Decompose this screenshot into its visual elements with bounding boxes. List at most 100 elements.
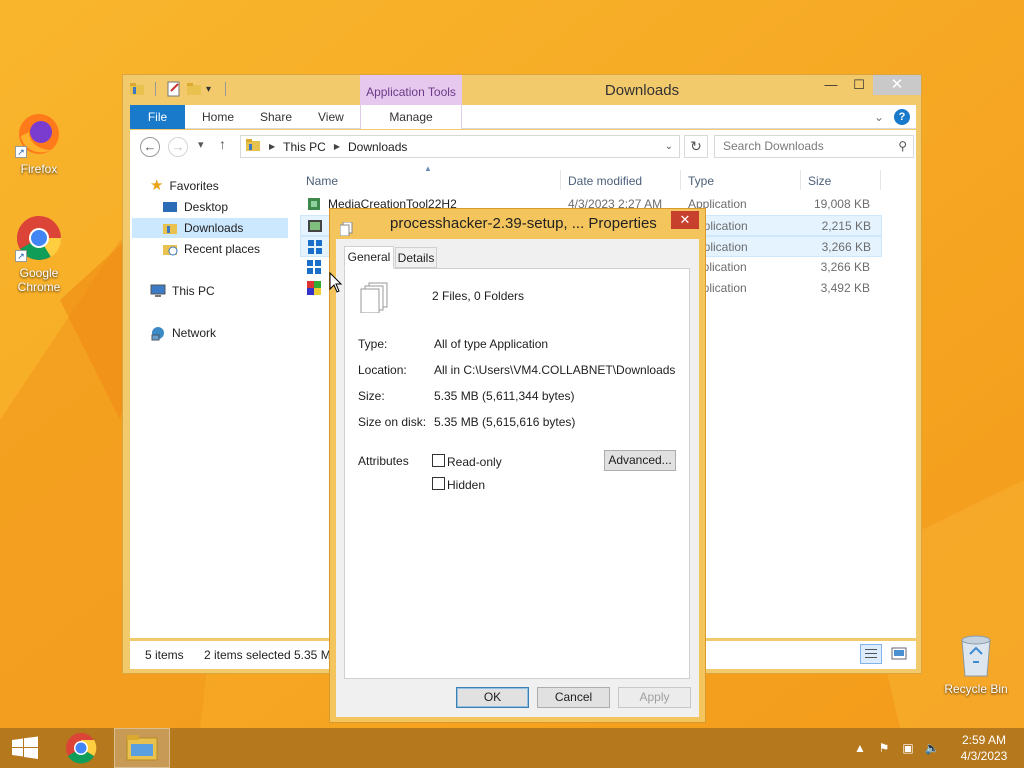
address-dropdown-icon[interactable]: ⌄ <box>665 141 673 152</box>
nav-favorites[interactable]: ★ Favorites <box>150 176 219 196</box>
file-explorer-icon <box>126 735 158 761</box>
nav-label: Recent places <box>184 242 261 256</box>
taskbar-file-explorer[interactable] <box>114 728 170 768</box>
hidden-checkbox[interactable] <box>432 477 445 490</box>
column-separator <box>560 170 561 190</box>
clock[interactable]: 2:59 AM 4/3/2023 <box>944 732 1024 764</box>
taskbar: ▲ ⚑ ▣ 🔈 2:59 AM 4/3/2023 <box>0 728 1024 768</box>
application-icon <box>306 280 322 299</box>
network-icon[interactable]: ▣ <box>900 740 916 756</box>
tab-share[interactable]: Share <box>248 105 304 129</box>
computer-icon <box>150 283 166 299</box>
desktop-icon <box>162 199 178 215</box>
type-label: Type: <box>358 337 388 351</box>
start-button[interactable] <box>0 728 50 768</box>
location-label: Location: <box>358 363 407 377</box>
volume-muted-icon[interactable]: 🔈 <box>924 740 940 756</box>
divider <box>358 440 676 441</box>
selection-summary: 2 Files, 0 Folders <box>432 289 525 303</box>
nav-downloads[interactable]: Downloads <box>132 218 288 238</box>
dialog-title: processhacker-2.39-setup, ... Properties <box>390 215 657 232</box>
nav-this-pc[interactable]: This PC <box>150 281 215 301</box>
minimize-button[interactable]: — <box>817 75 845 95</box>
column-header-type[interactable]: Type <box>688 174 714 188</box>
size-label: Size: <box>358 389 385 403</box>
recycle-bin-icon <box>956 630 996 678</box>
refresh-button[interactable]: ↻ <box>684 135 708 158</box>
column-separator <box>680 170 681 190</box>
dialog-close-button[interactable]: ✕ <box>671 211 699 229</box>
status-selected-count: 2 items selected <box>204 648 291 662</box>
forward-button[interactable]: → <box>168 137 188 157</box>
windows-installer-icon <box>307 239 323 258</box>
windows-logo-icon <box>12 736 38 759</box>
type-value: All of type Application <box>434 337 549 351</box>
divider <box>358 323 676 324</box>
tab-file[interactable]: File <box>130 105 185 129</box>
dialog-titlebar[interactable]: processhacker-2.39-setup, ... Properties <box>330 209 705 239</box>
tab-manage[interactable]: Manage <box>360 105 462 129</box>
column-header-name[interactable]: Name <box>306 174 338 188</box>
file-size: 2,215 KB <box>821 219 871 233</box>
read-only-label[interactable]: Read-only <box>447 455 502 469</box>
recent-locations-icon[interactable]: ▾ <box>198 138 204 151</box>
help-icon[interactable]: ? <box>894 109 910 125</box>
nav-desktop[interactable]: Desktop <box>162 197 228 217</box>
size-on-disk-label: Size on disk: <box>358 415 427 429</box>
tab-view[interactable]: View <box>306 105 356 129</box>
shortcut-arrow-icon: ↗ <box>15 250 27 262</box>
breadcrumb-downloads[interactable]: Downloads <box>348 140 407 154</box>
folder-icon <box>245 137 261 156</box>
dialog-body: General Details 2 Files, 0 Folders Type:… <box>336 239 699 717</box>
column-separator <box>880 170 881 190</box>
size-value: 5.35 MB (5,611,344 bytes) <box>434 389 575 403</box>
shortcut-arrow-icon: ↗ <box>15 146 27 158</box>
close-button[interactable]: ✕ <box>873 75 921 95</box>
tab-home[interactable]: Home <box>190 105 246 129</box>
tab-general[interactable]: General <box>344 246 394 269</box>
nav-label: This PC <box>172 284 215 298</box>
maximize-button[interactable]: ☐ <box>845 75 873 95</box>
taskbar-chrome[interactable] <box>56 728 106 768</box>
column-header-size[interactable]: Size <box>808 174 831 188</box>
clock-time: 2:59 AM <box>961 733 1007 747</box>
search-input[interactable]: Search Downloads ⚲ <box>714 135 914 158</box>
navigation-pane: ★ Favorites Desktop Downloads Recent pla… <box>130 164 290 638</box>
advanced-button[interactable]: Advanced... <box>604 450 676 471</box>
read-only-checkbox[interactable] <box>432 454 445 467</box>
network-icon <box>150 325 166 341</box>
status-selected-size: 5.35 M <box>294 648 331 662</box>
apply-button[interactable]: Apply <box>618 687 691 708</box>
application-icon <box>307 218 323 237</box>
search-placeholder: Search Downloads <box>723 139 824 153</box>
hidden-label[interactable]: Hidden <box>447 478 485 492</box>
system-tray: ▲ ⚑ ▣ 🔈 2:59 AM 4/3/2023 <box>848 728 1024 768</box>
file-size: 3,266 KB <box>820 260 870 274</box>
ok-button[interactable]: OK <box>456 687 529 708</box>
nav-recent-places[interactable]: Recent places <box>162 239 260 259</box>
large-icons-view-button[interactable] <box>890 645 908 666</box>
tab-details[interactable]: Details <box>395 247 437 268</box>
explorer-titlebar[interactable]: ▾ Application Tools Downloads — ☐ ✕ <box>123 75 921 105</box>
nav-label: Downloads <box>184 221 244 235</box>
desktop-icon-chrome[interactable]: ↗ Google Chrome <box>1 214 77 294</box>
address-bar[interactable]: ▶ This PC ▶ Downloads ⌄ <box>240 135 680 158</box>
action-center-flag-icon[interactable]: ⚑ <box>876 740 892 756</box>
installer-icon <box>306 196 322 215</box>
nav-network[interactable]: Network <box>150 323 216 343</box>
back-button[interactable]: ← <box>140 137 160 157</box>
windows-installer-icon <box>306 259 322 278</box>
breadcrumb-this-pc[interactable]: This PC <box>283 140 326 154</box>
multiple-files-icon <box>339 217 354 237</box>
show-hidden-icons-icon[interactable]: ▲ <box>852 740 868 756</box>
desktop-icon-recycle-bin[interactable]: Recycle Bin <box>940 630 1012 696</box>
column-header-date[interactable]: Date modified <box>568 174 642 188</box>
recent-places-icon <box>162 241 178 257</box>
expand-ribbon-icon[interactable]: ⌄ <box>874 110 884 124</box>
firefox-icon: ↗ <box>15 110 63 158</box>
cancel-button[interactable]: Cancel <box>537 687 610 708</box>
file-size: 3,266 KB <box>821 240 871 254</box>
up-button[interactable]: ↑ <box>219 136 226 152</box>
details-view-button[interactable] <box>860 644 882 664</box>
desktop-icon-firefox[interactable]: ↗ Firefox <box>1 110 77 176</box>
